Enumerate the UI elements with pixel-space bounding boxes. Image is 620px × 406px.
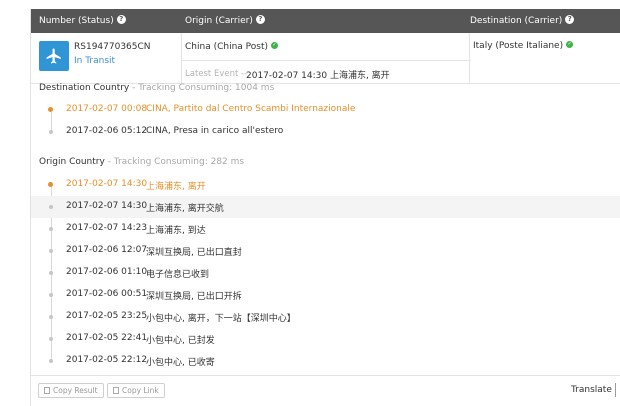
check-circle-icon: ✓ xyxy=(271,42,278,49)
timeline-dot xyxy=(49,271,53,275)
latest-event-text: 2017-02-07 14:30 上海浦东, 离开 xyxy=(246,71,390,81)
event-time: 2017-02-07 14:23 xyxy=(66,223,148,233)
event-description: CINA, Presa in carico all'estero xyxy=(146,126,284,136)
tracking-consuming: - Tracking Consuming: 1004 ms xyxy=(132,83,275,93)
event-row: 2017-02-07 14:23 上海浦东, 到达 xyxy=(31,218,620,240)
origin-carrier-column-header: Origin (Carrier)? xyxy=(185,9,265,33)
tracking-summary-row: RS194770365CN In Transit China (China Po… xyxy=(31,33,620,84)
number-status-column-header: Number (Status)? xyxy=(39,9,126,33)
event-description: 电子信息已收到 xyxy=(146,270,210,280)
event-row: 2017-02-06 05:12 CINA, Presa in carico a… xyxy=(31,121,620,143)
tracking-consuming: - Tracking Consuming: 282 ms xyxy=(107,157,245,167)
origin-carrier-label: Origin (Carrier) xyxy=(185,16,253,26)
section-name: Origin Country xyxy=(39,157,105,167)
timeline-dot xyxy=(48,182,53,187)
results-header: Number (Status)? Origin (Carrier)? Desti… xyxy=(31,9,620,33)
event-row: 2017-02-07 00:08 CINA, Partito dal Centr… xyxy=(31,99,620,121)
event-row: 2017-02-05 22:12 小包中心, 已收寄 xyxy=(31,350,620,372)
timeline-dot xyxy=(49,130,53,134)
event-time: 2017-02-05 22:41 xyxy=(66,333,148,343)
copy-icon xyxy=(113,386,119,394)
section-name: Destination Country xyxy=(39,83,130,93)
timeline-dot xyxy=(49,315,53,319)
event-time: 2017-02-05 22:12 xyxy=(66,355,148,365)
timeline-dot xyxy=(49,337,53,341)
event-description: 小包中心, 已封发 xyxy=(146,336,215,346)
divider xyxy=(615,383,616,397)
origin-carrier-name: China (China Post) xyxy=(185,42,268,52)
event-row: 2017-02-05 23:25 小包中心, 离开，下一站【深圳中心】 xyxy=(31,306,620,328)
timeline-dot xyxy=(49,293,53,297)
event-time: 2017-02-06 01:10 xyxy=(66,267,148,277)
results-footer: Copy Result Copy Link Translate xyxy=(31,375,620,406)
event-time: 2017-02-07 14:30 xyxy=(66,201,148,211)
event-row: 2017-02-07 14:30 上海浦东, 离开 xyxy=(31,174,620,196)
destination-carrier-name: Italy (Poste Italiane) xyxy=(473,41,564,51)
destination-country-section-title: Destination Country - Tracking Consuming… xyxy=(39,83,274,93)
copy-link-label: Copy Link xyxy=(122,386,159,395)
tracking-number[interactable]: RS194770365CN xyxy=(74,42,151,52)
event-description: 小包中心, 已收寄 xyxy=(146,358,215,368)
destination-carrier-label: Destination (Carrier) xyxy=(470,16,563,26)
origin-carrier: China (China Post) ✓ xyxy=(185,42,278,52)
event-row: 2017-02-05 22:41 小包中心, 已封发 xyxy=(31,328,620,350)
event-row: 2017-02-07 14:30 上海浦东, 离开交航 xyxy=(31,196,620,218)
timeline-dot xyxy=(48,107,53,112)
timeline-dot xyxy=(49,227,53,231)
timeline-dot xyxy=(49,249,53,253)
divider xyxy=(181,60,471,61)
copy-icon xyxy=(44,386,50,394)
event-time: 2017-02-07 14:30 xyxy=(66,179,148,189)
event-description: 深圳互换局, 已出口直封 xyxy=(146,248,242,258)
column-divider xyxy=(469,33,470,84)
check-circle-icon: ✓ xyxy=(566,41,574,48)
question-circle-icon[interactable]: ? xyxy=(116,15,126,24)
column-divider xyxy=(181,33,182,84)
event-description: CINA, Partito dal Centro Scambi Internaz… xyxy=(146,104,356,114)
copy-result-button[interactable]: Copy Result xyxy=(38,383,104,398)
event-description: 上海浦东, 离开 xyxy=(146,182,206,192)
event-time: 2017-02-06 12:07 xyxy=(66,245,148,255)
copy-result-label: Copy Result xyxy=(53,386,98,395)
question-circle-icon[interactable]: ? xyxy=(565,15,575,24)
event-time: 2017-02-06 05:12 xyxy=(66,126,148,136)
destination-carrier: Italy (Poste Italiane) ✓ xyxy=(473,41,574,51)
event-time: 2017-02-05 23:25 xyxy=(66,311,148,321)
event-description: 上海浦东, 离开交航 xyxy=(146,204,224,214)
airplane-icon xyxy=(39,41,69,71)
tracking-result-panel: Number (Status)? Origin (Carrier)? Desti… xyxy=(30,9,620,406)
question-circle-icon[interactable]: ? xyxy=(255,15,265,24)
event-row: 2017-02-06 00:51 深圳互换局, 已出口开拆 xyxy=(31,284,620,306)
status-badge: In Transit xyxy=(74,56,116,66)
timeline-dot xyxy=(49,205,53,209)
origin-country-section-title: Origin Country - Tracking Consuming: 282… xyxy=(39,157,244,167)
copy-link-button[interactable]: Copy Link xyxy=(107,383,165,398)
event-time: 2017-02-07 00:08 xyxy=(66,104,148,114)
event-description: 上海浦东, 到达 xyxy=(146,226,206,236)
number-status-label: Number (Status) xyxy=(39,16,114,26)
timeline-dot xyxy=(49,359,53,363)
translate-button[interactable]: Translate xyxy=(571,385,612,395)
event-description: 深圳互换局, 已出口开拆 xyxy=(146,292,242,302)
event-row: 2017-02-06 01:10 电子信息已收到 xyxy=(31,262,620,284)
event-description: 小包中心, 离开，下一站【深圳中心】 xyxy=(146,314,296,324)
destination-carrier-column-header: Destination (Carrier)? xyxy=(470,9,575,33)
event-row: 2017-02-06 12:07 深圳互换局, 已出口直封 xyxy=(31,240,620,262)
event-time: 2017-02-06 00:51 xyxy=(66,289,148,299)
latest-event-label: Latest Event -- xyxy=(185,69,248,79)
